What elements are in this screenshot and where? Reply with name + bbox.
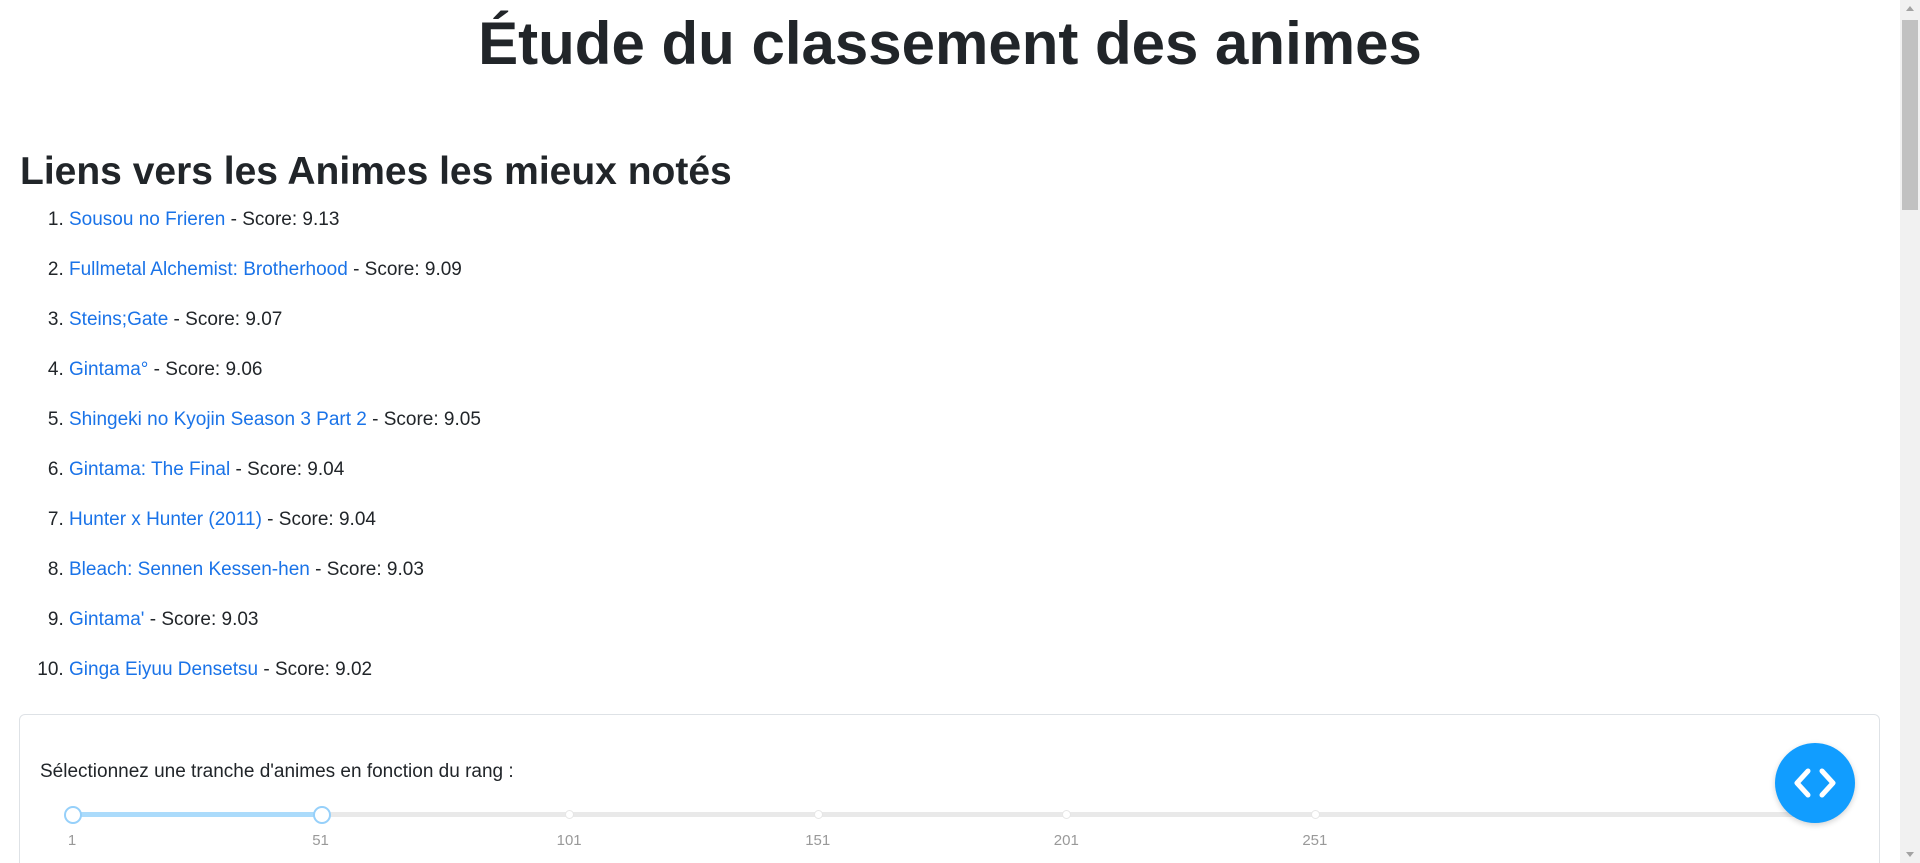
anime-score: - Score: 9.07 bbox=[168, 309, 283, 330]
list-item: Hunter x Hunter (2011) - Score: 9.04 bbox=[69, 504, 481, 554]
anime-score: - Score: 9.05 bbox=[366, 409, 481, 430]
anime-link[interactable]: Bleach: Sennen Kessen-hen bbox=[69, 559, 310, 580]
vertical-scrollbar[interactable] bbox=[1900, 0, 1920, 863]
anime-score: - Score: 9.03 bbox=[144, 609, 259, 630]
range-slider-handle-high[interactable] bbox=[312, 806, 331, 824]
anime-score: - Score: 9.06 bbox=[148, 359, 263, 380]
anime-link[interactable]: Fullmetal Alchemist: Brotherhood bbox=[69, 259, 348, 280]
range-slider-mark: 51 bbox=[312, 832, 329, 849]
anime-score: - Score: 9.09 bbox=[347, 259, 462, 280]
list-item: Fullmetal Alchemist: Brotherhood - Score… bbox=[69, 254, 481, 304]
scroll-up-arrow-icon[interactable] bbox=[1900, 0, 1920, 17]
anime-score: - Score: 9.04 bbox=[230, 459, 345, 480]
range-slider-mark: 151 bbox=[805, 832, 831, 849]
list-item: Gintama° - Score: 9.06 bbox=[69, 354, 481, 404]
scroll-down-arrow-icon[interactable] bbox=[1900, 846, 1920, 863]
list-item: Shingeki no Kyojin Season 3 Part 2 - Sco… bbox=[69, 404, 481, 454]
anime-link[interactable]: Hunter x Hunter (2011) bbox=[69, 509, 262, 530]
code-toggle-button[interactable] bbox=[1775, 743, 1855, 823]
anime-score: - Score: 9.04 bbox=[261, 509, 376, 530]
range-slider-dot bbox=[1310, 810, 1320, 819]
anime-score: - Score: 9.02 bbox=[258, 659, 373, 680]
list-item: Gintama' - Score: 9.03 bbox=[69, 604, 481, 654]
list-item: Sousou no Frieren - Score: 9.13 bbox=[69, 204, 481, 254]
anime-link[interactable]: Shingeki no Kyojin Season 3 Part 2 bbox=[69, 409, 367, 430]
anime-link[interactable]: Gintama: The Final bbox=[69, 459, 230, 480]
anime-score: - Score: 9.03 bbox=[309, 559, 424, 580]
anime-link[interactable]: Sousou no Frieren bbox=[69, 209, 225, 230]
code-brackets-icon bbox=[1794, 768, 1836, 798]
range-slider-dot bbox=[1062, 810, 1072, 819]
range-slider-dot bbox=[813, 810, 823, 819]
anime-link[interactable]: Gintama° bbox=[69, 359, 148, 380]
list-item: Ginga Eiyuu Densetsu - Score: 9.02 bbox=[69, 654, 481, 704]
range-slider-dot bbox=[565, 810, 575, 819]
list-item: Bleach: Sennen Kessen-hen - Score: 9.03 bbox=[69, 554, 481, 604]
scrollbar-thumb[interactable] bbox=[1902, 20, 1918, 210]
page-title: Étude du classement des animes bbox=[478, 10, 1422, 77]
page: Étude du classement des animes Liens ver… bbox=[0, 0, 1900, 863]
range-slider-rail[interactable] bbox=[72, 812, 1812, 817]
top-anime-list: Sousou no Frieren - Score: 9.13 Fullmeta… bbox=[0, 204, 481, 704]
range-slider-mark: 1 bbox=[67, 832, 77, 849]
range-slider-mark: 251 bbox=[1302, 832, 1328, 849]
range-slider-mark: 101 bbox=[556, 832, 582, 849]
range-slider-handle-low[interactable] bbox=[64, 806, 82, 824]
list-item: Steins;Gate - Score: 9.07 bbox=[69, 304, 481, 354]
range-slider-track bbox=[72, 812, 321, 817]
anime-link[interactable]: Steins;Gate bbox=[69, 309, 168, 330]
range-slider-mark: 201 bbox=[1053, 832, 1079, 849]
anime-link[interactable]: Ginga Eiyuu Densetsu bbox=[69, 659, 258, 680]
anime-link[interactable]: Gintama' bbox=[69, 609, 144, 630]
range-slider-label: Sélectionnez une tranche d'animes en fon… bbox=[40, 761, 514, 782]
anime-score: - Score: 9.13 bbox=[225, 209, 340, 230]
section-title: Liens vers les Animes les mieux notés bbox=[20, 150, 732, 193]
list-item: Gintama: The Final - Score: 9.04 bbox=[69, 454, 481, 504]
range-slider-panel: Sélectionnez une tranche d'animes en fon… bbox=[19, 714, 1880, 863]
